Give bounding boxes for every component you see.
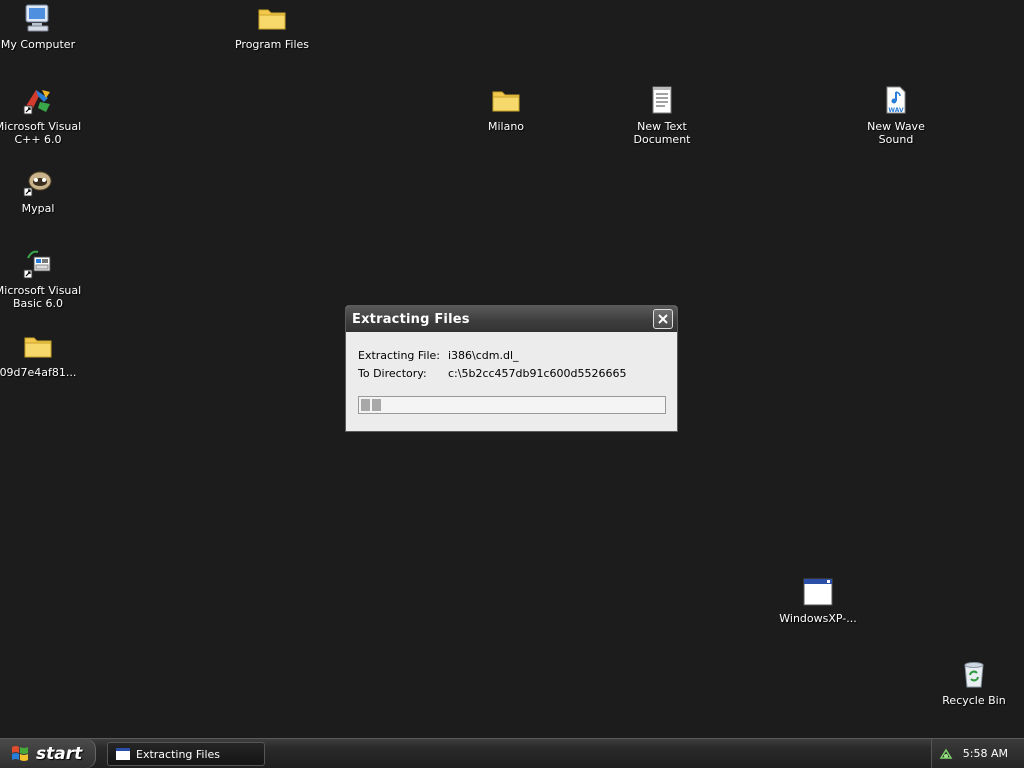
desktop-icon-label: WindowsXP-... xyxy=(779,612,857,625)
desktop-icon-windowsxp[interactable]: WindowsXP-... xyxy=(773,576,863,625)
desktop-icon-09d7e4af81[interactable]: 09d7e4af81... xyxy=(0,330,83,379)
desktop-icon-program-files[interactable]: Program Files xyxy=(227,2,317,51)
progress-block xyxy=(372,399,381,411)
folder-icon xyxy=(24,337,52,358)
desktop-icon-label: New Text Document xyxy=(633,120,691,146)
desktop-icon-new-text-document[interactable]: New Text Document xyxy=(617,84,707,146)
desktop-icon-label: Microsoft Visual Basic 6.0 xyxy=(0,284,82,310)
close-button[interactable] xyxy=(653,309,673,329)
start-label: start xyxy=(36,743,83,764)
to-directory-label: To Directory: xyxy=(358,367,427,380)
folder-icon xyxy=(258,9,286,30)
taskbar-item-label: Extracting Files xyxy=(136,747,221,761)
dialog-title: Extracting Files xyxy=(352,311,470,327)
desktop-icon-new-wave-sound[interactable]: WAV New Wave Sound xyxy=(851,84,941,146)
dialog-body: Extracting File: i386\cdm.dl_ To Directo… xyxy=(346,332,677,431)
extracting-files-dialog: Extracting Files Extracting File: i386\c… xyxy=(345,305,678,432)
mypal-browser-icon xyxy=(23,171,52,197)
desktop-icon-visual-cpp[interactable]: Microsoft Visual C++ 6.0 xyxy=(0,84,83,146)
svg-text:WAV: WAV xyxy=(888,107,904,114)
text-document-icon xyxy=(652,86,672,114)
start-button[interactable]: start xyxy=(0,739,96,768)
desktop-icon-mypal[interactable]: Mypal xyxy=(0,166,83,215)
extracting-file-label: Extracting File: xyxy=(358,349,441,362)
taskbar: start Extracting Files 5:58 AM xyxy=(0,738,1024,768)
desktop-icon-milano[interactable]: Milano xyxy=(461,84,551,133)
window-icon xyxy=(803,578,833,606)
extraction-progress-bar xyxy=(358,396,666,414)
progress-block xyxy=(361,399,370,411)
dialog-titlebar[interactable]: Extracting Files xyxy=(346,306,677,332)
desktop-icon-label: New Wave Sound xyxy=(867,120,925,146)
desktop-icon-my-computer[interactable]: My Computer xyxy=(0,2,83,51)
taskbar-item-extracting-files[interactable]: Extracting Files xyxy=(107,742,265,766)
desktop-icon-label: Microsoft Visual C++ 6.0 xyxy=(0,120,82,146)
visual-cpp-icon xyxy=(23,90,50,115)
desktop-icon-label: Mypal xyxy=(21,202,55,215)
desktop-icon-label: My Computer xyxy=(0,38,76,51)
system-tray: 5:58 AM xyxy=(931,739,1024,768)
visual-basic-icon xyxy=(23,250,51,279)
folder-icon xyxy=(492,91,520,112)
desktop-icon-label: Recycle Bin xyxy=(942,694,1006,707)
progress-fill xyxy=(361,399,663,411)
desktop-icon-visual-basic[interactable]: Microsoft Visual Basic 6.0 xyxy=(0,248,83,310)
clock[interactable]: 5:58 AM xyxy=(963,747,1008,760)
wav-file-icon: WAV xyxy=(886,86,906,114)
to-directory-value: c:\5b2cc457db91c600d5526665 xyxy=(448,367,627,380)
extracting-file-value: i386\cdm.dl_ xyxy=(448,349,519,362)
close-icon xyxy=(658,314,668,324)
desktop-icon-label: 09d7e4af81... xyxy=(0,366,77,379)
my-computer-icon xyxy=(25,4,49,32)
recycle-bin-icon xyxy=(964,662,984,688)
window-icon xyxy=(116,748,130,760)
desktop-icon-label: Milano xyxy=(487,120,525,133)
windows-logo-icon xyxy=(12,745,28,761)
desktop-icon-label: Program Files xyxy=(234,38,310,51)
network-tray-icon[interactable] xyxy=(939,747,953,761)
desktop-icon-recycle-bin[interactable]: Recycle Bin xyxy=(929,658,1019,707)
